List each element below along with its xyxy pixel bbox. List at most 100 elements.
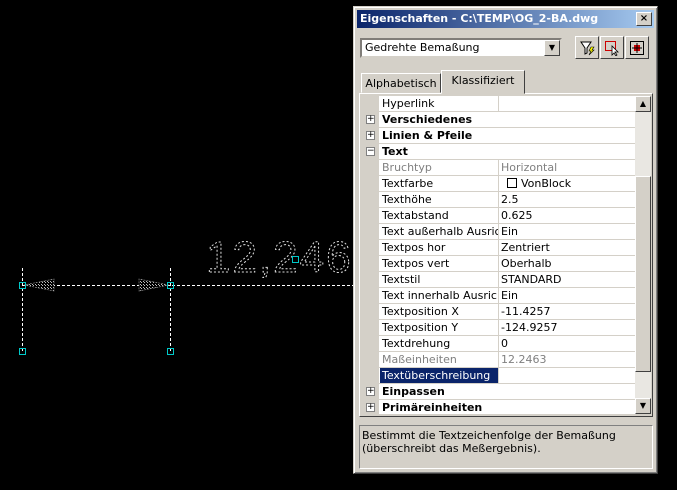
- property-value[interactable]: 0.625: [499, 208, 635, 223]
- property-value[interactable]: -124.9257: [499, 320, 635, 335]
- scroll-up-button[interactable]: ▲: [635, 96, 651, 112]
- object-type-value: Gedrehte Bemaßung: [365, 41, 480, 54]
- pickadd-toggle-button[interactable]: [625, 36, 649, 59]
- row-gutter: [363, 255, 379, 272]
- property-value: 12.2463: [499, 352, 635, 367]
- row-gutter: [363, 303, 379, 320]
- property-value[interactable]: Ein: [499, 288, 635, 303]
- category-label: Einpassen: [382, 385, 445, 398]
- arrowhead-left: [23, 278, 55, 292]
- property-row[interactable]: Text innerhalb AusrichtungEin: [363, 287, 635, 304]
- property-value-text: 12.2463: [501, 353, 547, 366]
- property-value: Horizontal: [499, 160, 635, 175]
- category-row[interactable]: + Verschiedenes: [363, 111, 635, 128]
- chevron-down-icon[interactable]: ▼: [544, 40, 560, 56]
- vertical-scrollbar[interactable]: ▲ ▼: [635, 96, 651, 414]
- property-row[interactable]: Textpos hor Zentriert: [363, 239, 635, 256]
- quick-select-icon: [580, 41, 595, 55]
- property-value[interactable]: [499, 96, 635, 111]
- scroll-down-button[interactable]: ▼: [635, 398, 651, 414]
- property-name: Text innerhalb Ausrichtung: [380, 288, 499, 303]
- property-row[interactable]: Textdrehung 0: [363, 335, 635, 352]
- description-text: Bestimmt die Textzeichenfolge der Bemaßu…: [362, 429, 616, 455]
- row-gutter: [363, 159, 379, 176]
- row-gutter: [363, 239, 379, 256]
- property-value[interactable]: Ein: [499, 224, 635, 239]
- property-row[interactable]: Textfarbe VonBlock: [363, 175, 635, 192]
- expand-icon[interactable]: +: [366, 131, 375, 140]
- row-gutter: [363, 207, 379, 224]
- property-name: Hyperlink: [380, 96, 499, 111]
- property-row[interactable]: Textposition X -11.4257: [363, 303, 635, 320]
- property-row[interactable]: Textüberschreibung: [363, 367, 635, 384]
- close-button[interactable]: ×: [636, 12, 652, 26]
- category-row[interactable]: + Einpassen: [363, 383, 635, 400]
- description-pane: Bestimmt die Textzeichenfolge der Bemaßu…: [359, 425, 653, 469]
- property-name: Textpos hor: [380, 240, 499, 255]
- property-value-text: Zentriert: [501, 241, 550, 254]
- tab-panel: Hyperlink + Verschiedenes + Linien & Pfeile −…: [359, 93, 653, 417]
- property-value[interactable]: STANDARD: [499, 272, 635, 287]
- pickadd-icon: [630, 40, 644, 55]
- tab-alphabetisch[interactable]: Alphabetisch: [361, 73, 441, 93]
- category-label: Text: [382, 145, 408, 158]
- select-objects-button[interactable]: [600, 36, 624, 59]
- expand-icon[interactable]: +: [366, 115, 375, 124]
- window-title: Eigenschaften - C:\TEMP\OG_2-BA.dwg: [360, 12, 599, 25]
- category-row[interactable]: − Text: [363, 143, 635, 160]
- category-label: Verschiedenes: [382, 113, 473, 126]
- property-value[interactable]: 0: [499, 336, 635, 351]
- property-name: Bruchtyp: [380, 160, 499, 175]
- property-row[interactable]: Texthöhe 2.5: [363, 191, 635, 208]
- property-value[interactable]: 2.5: [499, 192, 635, 207]
- category-label: Primäreinheiten: [382, 401, 483, 414]
- property-row[interactable]: Hyperlink: [363, 96, 635, 112]
- property-value[interactable]: Oberhalb: [499, 256, 635, 271]
- collapse-icon[interactable]: −: [366, 147, 375, 156]
- property-value-text: Horizontal: [501, 161, 558, 174]
- property-value-text: 0: [501, 337, 508, 350]
- select-objects-icon: [605, 40, 619, 56]
- dimension-text[interactable]: 12,246: [206, 233, 353, 283]
- property-row[interactable]: Textstil STANDARD: [363, 271, 635, 288]
- property-value-text: -11.4257: [501, 305, 551, 318]
- quick-select-button[interactable]: [575, 36, 599, 59]
- property-name: Textüberschreibung: [380, 368, 499, 383]
- property-value[interactable]: -11.4257: [499, 304, 635, 319]
- expand-icon[interactable]: +: [366, 403, 375, 412]
- expand-icon[interactable]: +: [366, 387, 375, 396]
- properties-window: Eigenschaften - C:\TEMP\OG_2-BA.dwg × Ge…: [353, 6, 658, 474]
- property-name: Textfarbe: [380, 176, 499, 191]
- property-row[interactable]: Textabstand 0.625: [363, 207, 635, 224]
- property-row[interactable]: Bruchtyp Horizontal: [363, 159, 635, 176]
- property-row[interactable]: Maßeinheiten 12.2463: [363, 351, 635, 368]
- property-name: Textposition X: [380, 304, 499, 319]
- property-row[interactable]: Text außerhalb AusrichtungEin: [363, 223, 635, 240]
- tab-klassifiziert[interactable]: Klassifiziert: [441, 70, 525, 94]
- property-value-text: -124.9257: [501, 321, 558, 334]
- property-value[interactable]: VonBlock: [499, 176, 635, 191]
- row-gutter: [363, 287, 379, 304]
- category-row[interactable]: + Linien & Pfeile: [363, 127, 635, 144]
- row-gutter: [363, 175, 379, 192]
- property-value[interactable]: [499, 368, 635, 383]
- property-name: Textstil: [380, 272, 499, 287]
- property-value-text: Ein: [501, 289, 518, 302]
- window-titlebar[interactable]: Eigenschaften - C:\TEMP\OG_2-BA.dwg ×: [357, 10, 654, 28]
- property-value-text: Oberhalb: [501, 257, 552, 270]
- object-type-dropdown[interactable]: Gedrehte Bemaßung ▼: [360, 38, 562, 58]
- row-gutter: [363, 271, 379, 288]
- property-row[interactable]: Textpos vert Oberhalb: [363, 255, 635, 272]
- scroll-thumb[interactable]: [635, 176, 651, 372]
- category-row[interactable]: + Primäreinheiten: [363, 399, 635, 414]
- row-gutter: [363, 96, 379, 112]
- property-name: Textposition Y: [380, 320, 499, 335]
- property-name: Maßeinheiten: [380, 352, 499, 367]
- property-value-text: STANDARD: [501, 273, 562, 286]
- property-name: Texthöhe: [380, 192, 499, 207]
- row-gutter: [363, 319, 379, 336]
- property-grid[interactable]: Hyperlink + Verschiedenes + Linien & Pfeile −…: [363, 96, 635, 414]
- property-row[interactable]: Textposition Y -124.9257: [363, 319, 635, 336]
- property-name: Textabstand: [380, 208, 499, 223]
- property-value[interactable]: Zentriert: [499, 240, 635, 255]
